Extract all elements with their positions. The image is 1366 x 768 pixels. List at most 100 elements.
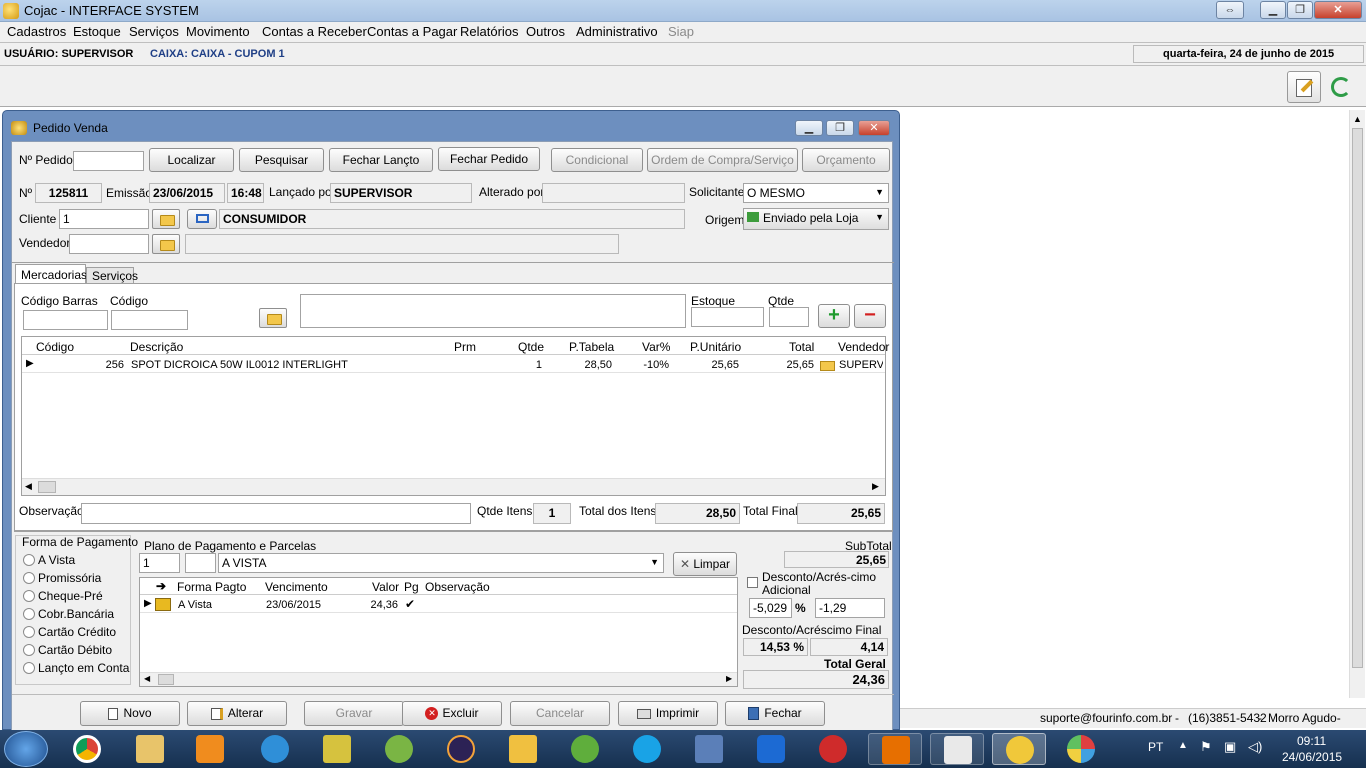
menu-contas-pagar[interactable]: Contas a Pagar [367, 24, 457, 39]
window-maximize-button[interactable]: ❐ [826, 120, 854, 136]
language-indicator[interactable]: PT [1148, 740, 1163, 754]
cell-pg-checkbox[interactable]: ✔ [405, 597, 415, 611]
col-codigo[interactable]: Código [36, 340, 74, 354]
codigo-barras-input[interactable] [23, 310, 108, 330]
localizar-button[interactable]: Localizar [149, 148, 234, 172]
remove-item-button[interactable]: − [854, 304, 886, 328]
taskbar-skype-icon[interactable] [620, 733, 674, 765]
qtde-input[interactable] [769, 307, 809, 327]
ordem-compra-button[interactable]: Ordem de Compra/Serviço [647, 148, 798, 172]
vertical-scrollbar[interactable]: ▲ [1349, 110, 1365, 698]
menu-servicos[interactable]: Serviços [129, 24, 179, 39]
menu-estoque[interactable]: Estoque [73, 24, 121, 39]
forma-promissoria-label[interactable]: Promissória [38, 571, 101, 585]
items-hscrollbar[interactable]: ◀ ▶ [22, 478, 885, 495]
vendedor-input[interactable] [69, 234, 149, 254]
col-pg[interactable]: Pg [404, 580, 419, 594]
taskbar-explorer-icon[interactable] [123, 733, 177, 765]
vendedor-folder-icon[interactable] [820, 361, 835, 371]
taskbar-ib-icon[interactable] [372, 733, 426, 765]
forma-cartao-debito-label[interactable]: Cartão Débito [38, 643, 112, 657]
pesquisar-button[interactable]: Pesquisar [239, 148, 324, 172]
vendedor-folder-icon[interactable] [152, 234, 180, 254]
edit-note-icon[interactable] [1287, 71, 1321, 103]
radio-cartao-debito[interactable] [23, 644, 35, 656]
add-item-button[interactable]: + [818, 304, 850, 328]
start-button[interactable] [4, 731, 48, 767]
flag-icon[interactable]: ⚑ [1200, 739, 1212, 755]
taskbar-chrome-icon[interactable] [60, 733, 114, 765]
col-vendedor[interactable]: Vendedor [838, 340, 889, 354]
origem-select[interactable]: Enviado pela Loja ▼ [743, 208, 889, 230]
alterar-button[interactable]: Alterar [187, 701, 287, 726]
taskbar-java-icon[interactable] [868, 733, 922, 765]
fechar-button[interactable]: Fechar [725, 701, 825, 726]
show-hidden-icons-icon[interactable]: ▲ [1178, 740, 1188, 751]
minimize-button[interactable]: ▁ [1260, 1, 1286, 19]
menu-relatorios[interactable]: Relatórios [460, 24, 519, 39]
pedido-number-input[interactable] [73, 151, 144, 171]
forma-a-vista-label[interactable]: A Vista [38, 553, 75, 567]
col-forma-pagto[interactable]: Forma Pagto [177, 580, 246, 594]
orcamento-button[interactable]: Orçamento [802, 148, 890, 172]
taskbar-globe-icon[interactable] [248, 733, 302, 765]
col-vencimento[interactable]: Vencimento [265, 580, 328, 594]
table-row[interactable] [140, 595, 737, 613]
excluir-button[interactable]: ✕ Excluir [402, 701, 502, 726]
taskbar-bank-icon[interactable] [806, 733, 860, 765]
volume-icon[interactable]: ◁) [1248, 739, 1262, 755]
taskbar-mail-icon[interactable] [496, 733, 550, 765]
scroll-left-icon[interactable]: ◀ [144, 674, 150, 683]
taskbar-eclipse-icon[interactable] [434, 733, 488, 765]
parcelas-hscrollbar[interactable]: ◀ ▶ [140, 672, 737, 686]
plano-aux-field[interactable] [185, 553, 216, 573]
taskbar-virtualbox-icon[interactable] [682, 733, 736, 765]
scrollbar-thumb[interactable] [38, 481, 56, 493]
menu-cadastros[interactable]: Cadastros [7, 24, 66, 39]
desconto-pct-input[interactable] [749, 598, 792, 618]
radio-cheque-pre[interactable] [23, 590, 35, 602]
tab-servicos[interactable]: Serviços [86, 267, 138, 284]
col-descricao[interactable]: Descrição [130, 340, 183, 354]
tab-mercadorias[interactable]: Mercadorias [15, 264, 87, 284]
taskbar-tool-icon[interactable] [310, 733, 364, 765]
menu-outros[interactable]: Outros [526, 24, 565, 39]
window-close-button[interactable]: ✕ [858, 120, 890, 136]
cliente-input[interactable] [59, 209, 149, 229]
taskbar-media-player-icon[interactable] [183, 733, 237, 765]
scroll-right-icon[interactable]: ▶ [872, 481, 879, 492]
cliente-monitor-icon[interactable] [187, 209, 217, 229]
cliente-folder-icon[interactable] [152, 209, 180, 229]
estoque-input[interactable] [691, 307, 764, 327]
col-qtde[interactable]: Qtde [518, 340, 544, 354]
forma-cheque-pre-label[interactable]: Cheque-Pré [38, 589, 103, 603]
taskbar-utorrent-icon[interactable] [558, 733, 612, 765]
clock-date[interactable]: 24/06/2015 [1282, 750, 1342, 764]
novo-button[interactable]: Novo [80, 701, 180, 726]
condicional-button[interactable]: Condicional [551, 148, 643, 172]
item-folder-icon[interactable] [259, 308, 287, 328]
taskbar-paint-icon[interactable] [1054, 733, 1108, 765]
item-descricao-field[interactable] [300, 294, 686, 328]
network-icon[interactable]: ▣ [1224, 739, 1236, 755]
codigo-input[interactable] [111, 310, 188, 330]
scrollbar-thumb[interactable] [158, 674, 174, 685]
limpar-button[interactable]: ✕ Limpar [673, 552, 737, 576]
plano-codigo-input[interactable] [139, 553, 180, 573]
maximize-button[interactable]: ❐ [1287, 1, 1313, 19]
col-observacao[interactable]: Observação [425, 580, 490, 594]
refresh-icon[interactable] [1328, 74, 1356, 102]
scrollbar-thumb[interactable] [1352, 128, 1363, 668]
col-var[interactable]: Var% [642, 340, 670, 354]
forma-lancto-conta-label[interactable]: Lançto em Conta [38, 661, 129, 675]
close-button[interactable]: ✕ [1314, 1, 1362, 19]
taskbar-cojac-icon[interactable] [992, 733, 1046, 765]
col-ptabela[interactable]: P.Tabela [569, 340, 614, 354]
menu-movimento[interactable]: Movimento [186, 24, 250, 39]
desconto-valor-input[interactable] [815, 598, 885, 618]
forma-cobr-bancaria-label[interactable]: Cobr.Bancária [38, 607, 114, 621]
radio-promissoria[interactable] [23, 572, 35, 584]
col-valor[interactable]: Valor [372, 580, 399, 594]
taskbar-notepad-icon[interactable] [930, 733, 984, 765]
radio-a-vista[interactable] [23, 554, 35, 566]
